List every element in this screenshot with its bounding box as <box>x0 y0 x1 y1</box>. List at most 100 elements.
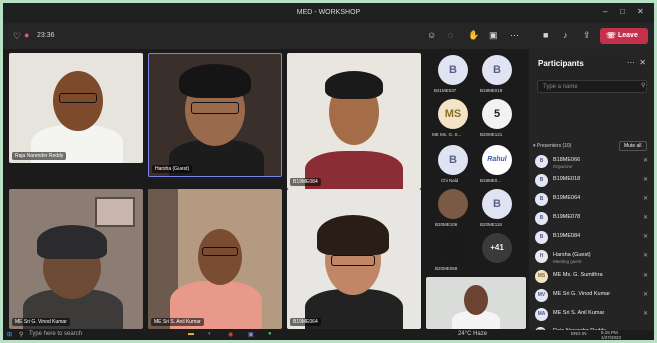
hair-shape <box>317 215 389 255</box>
window-title: MED - WORKSHOP <box>296 9 361 16</box>
windows-taskbar: ⊞ ⚲ Type here to search ▬ ◐ ◉ ▣ ● 24°C H… <box>3 330 654 340</box>
video-tile[interactable]: ME Sri S. Anil Kumar <box>148 189 282 329</box>
teams-icon[interactable]: ▣ <box>248 331 254 338</box>
mic-off-icon: ✕ <box>642 196 648 202</box>
avatar: H <box>535 250 548 263</box>
participant-row[interactable]: MV ME Sri G. Vinod Kumar ✕ <box>535 287 650 305</box>
taskbar-search-icon: ⚲ <box>19 332 24 338</box>
glasses-shape <box>191 102 239 114</box>
view-icon[interactable]: ▣ <box>489 30 498 41</box>
mute-all-button[interactable]: Mute all <box>619 141 647 151</box>
people-icon[interactable]: ☺ <box>427 30 436 40</box>
participant-avatar[interactable]: Rahul <box>482 145 512 175</box>
participant-avatar[interactable] <box>438 189 468 219</box>
more-options-icon[interactable]: ⋯ <box>510 30 519 41</box>
avatar: MA <box>535 308 548 321</box>
presenters-label: Presenters (10) <box>536 143 572 149</box>
participant-name: ME Sri G. Vinod Kumar <box>553 291 611 297</box>
avatar-label: Chi Nald <box>441 178 459 183</box>
tile-label: ME Sri S. Anil Kumar <box>151 318 204 326</box>
participant-avatar[interactable]: B <box>438 145 468 175</box>
participant-name: B19ME018 <box>553 176 581 182</box>
react-icon[interactable]: ✋ <box>468 30 479 41</box>
participant-avatar[interactable]: B <box>438 55 468 85</box>
panel-close-icon[interactable]: ⋯ ✕ <box>627 58 646 67</box>
close-icon[interactable]: ✕ <box>637 7 644 16</box>
avatar-label: B19ME018 <box>480 88 503 93</box>
minimize-icon[interactable]: – <box>603 7 607 16</box>
avatar-label: B19ME0... <box>480 178 502 183</box>
meeting-toolbar: ♡ ● 23:36 ☺ ◌ ✋ ▣ ⋯ ■ ♪ ⇪ ☏ Leave <box>3 23 654 49</box>
chat-icon[interactable]: ◌ <box>448 30 453 40</box>
avatar: MV <box>535 289 548 302</box>
whatsapp-icon[interactable]: ● <box>268 331 272 337</box>
mic-off-icon[interactable]: ♪ <box>563 30 568 40</box>
hair-shape <box>179 64 251 98</box>
avatar: B <box>535 155 548 168</box>
meeting-timer: 23:36 <box>37 32 55 39</box>
mic-off-icon: ✕ <box>642 253 648 259</box>
video-tile[interactable]: B19ME084 <box>287 53 421 189</box>
avatar: MS <box>535 270 548 283</box>
participant-row[interactable]: B B19ME078 ✕ <box>535 210 650 228</box>
mic-off-icon: ✕ <box>642 177 648 183</box>
participant-row[interactable]: B B19ME084 ✕ <box>535 229 650 247</box>
participant-row[interactable]: H Harsha (Guest) Meeting guest ✕ <box>535 248 650 266</box>
tile-label: ME Sri G. Vinod Kumar <box>12 318 70 326</box>
avatar: B <box>535 193 548 206</box>
video-tile[interactable]: Raja Narender Reddy <box>9 53 143 163</box>
chrome-icon[interactable]: ◉ <box>228 331 233 338</box>
language-indicator: ENG IN <box>571 331 587 336</box>
participant-name: B18ME066 <box>553 157 581 163</box>
video-tile[interactable]: Harsha (Guest) <box>148 53 282 177</box>
participant-name: ME Sri S. Anil Kumar <box>553 310 605 316</box>
tile-label: Harsha (Guest) <box>152 165 193 173</box>
mic-off-icon: ✕ <box>642 158 648 164</box>
self-view-tile[interactable] <box>426 277 526 329</box>
face-shape <box>464 285 488 315</box>
participant-avatar[interactable]: MS <box>438 99 468 129</box>
clock-date: 1/27/2022 <box>601 335 622 340</box>
participant-row[interactable]: B B19ME064 ✕ <box>535 191 650 209</box>
participant-search-input[interactable]: Type a name <box>537 80 647 93</box>
phone-icon: ☏ <box>606 31 617 40</box>
shield-icon: ♡ <box>13 31 22 41</box>
participant-name: ME Ms. G. Sumithra <box>553 272 603 278</box>
recording-icon: ● <box>24 30 30 40</box>
participant-name: B19ME078 <box>553 214 581 220</box>
video-tile[interactable]: ME Sri G. Vinod Kumar <box>9 189 143 329</box>
participant-avatar[interactable]: 5 <box>482 99 512 129</box>
participant-name: B19ME064 <box>553 195 581 201</box>
tile-label: B19ME084 <box>290 178 321 186</box>
avatar-label: B21ME037 <box>434 88 457 93</box>
edge-icon[interactable]: ◐ <box>208 331 212 337</box>
participant-avatar[interactable] <box>438 233 468 263</box>
more-participants-button[interactable]: +41 <box>482 233 512 263</box>
avatar-label: B20ME118 <box>480 222 502 227</box>
tile-label: Raja Narender Reddy <box>12 152 67 160</box>
camera-icon[interactable]: ■ <box>543 30 548 40</box>
video-tile[interactable]: B19ME064 <box>287 189 421 329</box>
mic-off-icon: ✕ <box>642 311 648 317</box>
participant-avatar[interactable]: B <box>482 189 512 219</box>
search-icon: ⚲ <box>641 83 646 89</box>
face-shape <box>198 229 242 285</box>
participant-row[interactable]: B B18ME066 Organizer ✕ <box>535 153 650 171</box>
maximize-icon[interactable]: □ <box>620 7 625 16</box>
participant-role: Organizer <box>553 164 573 169</box>
taskbar-search-input[interactable]: Type here to search <box>29 331 82 337</box>
file-explorer-icon[interactable]: ▬ <box>188 331 194 337</box>
participant-avatar[interactable]: B <box>482 55 512 85</box>
share-icon[interactable]: ⇪ <box>583 30 591 41</box>
participant-row[interactable]: MS ME Ms. G. Sumithra ✕ <box>535 268 650 286</box>
mic-off-icon: ✕ <box>642 273 648 279</box>
leave-button[interactable]: ☏ Leave <box>600 28 648 44</box>
mic-off-icon: ✕ <box>642 292 648 298</box>
participant-name: B19ME084 <box>553 233 581 239</box>
avatar: B <box>535 212 548 225</box>
participant-row[interactable]: MA ME Sri S. Anil Kumar ✕ <box>535 306 650 324</box>
participant-row[interactable]: B B19ME018 ✕ <box>535 172 650 190</box>
presenters-heading[interactable]: ▾ Presenters (10) <box>533 143 571 149</box>
avatar-label: B20ME121 <box>480 132 503 137</box>
windows-start-icon[interactable]: ⊞ <box>7 331 12 338</box>
